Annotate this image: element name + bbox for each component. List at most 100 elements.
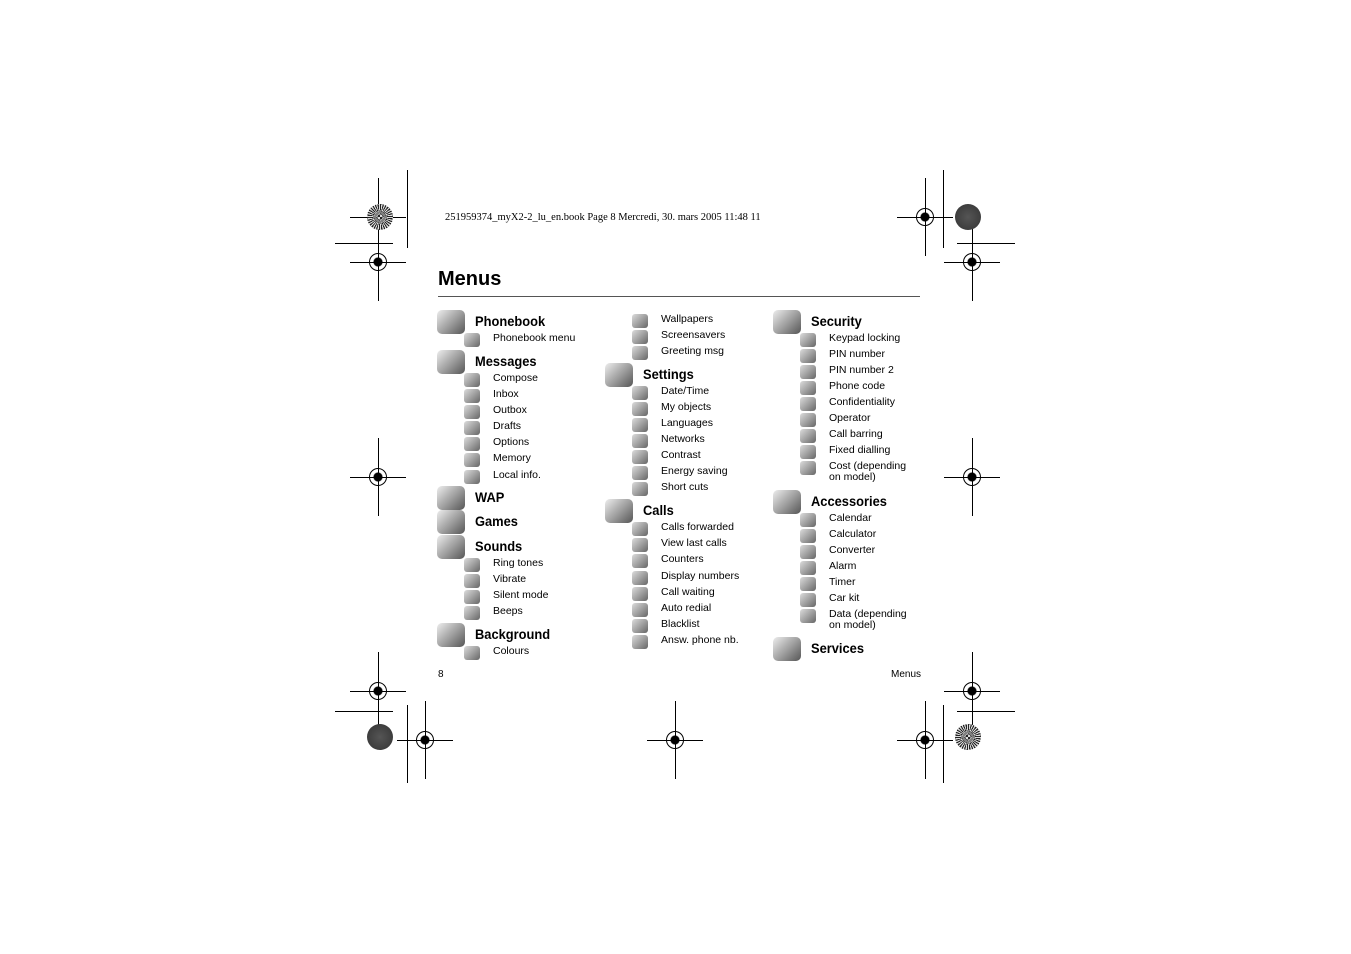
item-icon: [632, 522, 648, 536]
menu-item: Keypad locking: [829, 332, 901, 344]
item-icon: [632, 386, 648, 400]
item-icon: [632, 571, 648, 585]
menu-heading-accessories: Accessories: [811, 493, 887, 509]
menu-item: Cost (depending on model): [829, 460, 907, 483]
item-icon: [800, 593, 816, 607]
crop-mark: [972, 438, 973, 516]
page-number: 8: [438, 669, 444, 680]
crop-mark: [425, 701, 426, 779]
item-icon: [632, 619, 648, 633]
menu-item: PIN number 2: [829, 364, 894, 376]
menu-heading-security: Security: [811, 313, 862, 329]
menu-item: Timer: [829, 576, 856, 588]
menu-item: Phone code: [829, 380, 886, 392]
footer-section: Menus: [891, 669, 922, 680]
title-rule: [438, 296, 920, 297]
item-icon: [464, 373, 480, 387]
menu-item: Converter: [829, 544, 876, 556]
menu-item: Energy saving: [661, 465, 728, 477]
item-icon: [632, 402, 648, 416]
item-icon: [632, 482, 648, 496]
menu-item: Outbox: [493, 404, 527, 416]
menu-item: Greeting msg: [661, 345, 725, 357]
item-icon: [800, 429, 816, 443]
item-icon: [464, 389, 480, 403]
crop-mark: [957, 711, 1015, 712]
menu-heading-services: Services: [811, 640, 865, 656]
item-icon: [800, 609, 816, 623]
item-icon: [632, 554, 648, 568]
menu-heading-phonebook: Phonebook: [475, 313, 546, 329]
menu-item: Alarm: [829, 560, 857, 572]
item-icon: [464, 470, 480, 484]
games-icon: [437, 510, 465, 534]
accessories-icon: [773, 490, 801, 514]
crop-mark: [925, 701, 926, 779]
menu-item: My objects: [661, 401, 712, 413]
item-icon: [800, 333, 816, 347]
menu-item: Calendar: [829, 512, 872, 524]
item-icon: [632, 603, 648, 617]
crop-mark: [378, 652, 379, 730]
item-icon: [632, 466, 648, 480]
item-icon: [800, 397, 816, 411]
crop-mark: [955, 204, 981, 230]
item-icon: [800, 561, 816, 575]
menu-item: Vibrate: [493, 573, 527, 585]
menu-item: Car kit: [829, 592, 860, 604]
item-icon: [464, 646, 480, 660]
wap-icon: [437, 486, 465, 510]
item-icon: [464, 421, 480, 435]
crop-mark: [955, 724, 981, 750]
menu-item: Confidentiality: [829, 396, 895, 408]
item-icon: [464, 590, 480, 604]
menu-heading-wap: WAP: [475, 489, 505, 505]
crop-mark: [378, 438, 379, 516]
item-icon: [632, 346, 648, 360]
menu-item: Short cuts: [661, 481, 709, 493]
menu-item: Options: [493, 436, 530, 448]
menu-item: Data (depending on model): [829, 608, 907, 631]
crop-mark: [335, 243, 393, 244]
menu-item: Screensavers: [661, 329, 726, 341]
menu-item: Ring tones: [493, 557, 544, 569]
settings-icon: [605, 363, 633, 387]
menu-item: PIN number: [829, 348, 886, 360]
menu-heading-games: Games: [475, 513, 518, 529]
menu-heading-settings: Settings: [643, 366, 694, 382]
item-icon: [800, 461, 816, 475]
menu-item: Call barring: [829, 428, 883, 440]
page-title: Menus: [438, 268, 502, 290]
menu-item: Silent mode: [493, 589, 549, 601]
crop-mark: [943, 170, 944, 248]
item-icon: [800, 545, 816, 559]
item-icon: [464, 558, 480, 572]
item-icon: [464, 437, 480, 451]
menu-item: Compose: [493, 372, 538, 384]
item-icon: [632, 330, 648, 344]
crop-mark: [367, 724, 393, 750]
menu-item: Calculator: [829, 528, 877, 540]
menu-item: Memory: [493, 452, 531, 464]
print-header: 251959374_myX2-2_lu_en.book Page 8 Mercr…: [445, 212, 761, 223]
item-icon: [632, 418, 648, 432]
menu-item: Wallpapers: [661, 313, 714, 325]
item-icon: [464, 574, 480, 588]
crop-mark: [943, 705, 944, 783]
item-icon: [464, 606, 480, 620]
phonebook-icon: [437, 310, 465, 334]
crop-mark: [925, 178, 926, 256]
crop-mark: [367, 204, 393, 230]
menu-item: Date/Time: [661, 385, 710, 397]
menu-item: Contrast: [661, 449, 701, 461]
item-icon: [632, 538, 648, 552]
item-icon: [464, 405, 480, 419]
item-icon: [464, 333, 480, 347]
crop-mark: [972, 652, 973, 730]
background-icon: [437, 623, 465, 647]
crop-mark: [407, 705, 408, 783]
item-icon: [800, 445, 816, 459]
item-icon: [800, 413, 816, 427]
crop-mark: [407, 170, 408, 248]
item-icon: [800, 577, 816, 591]
